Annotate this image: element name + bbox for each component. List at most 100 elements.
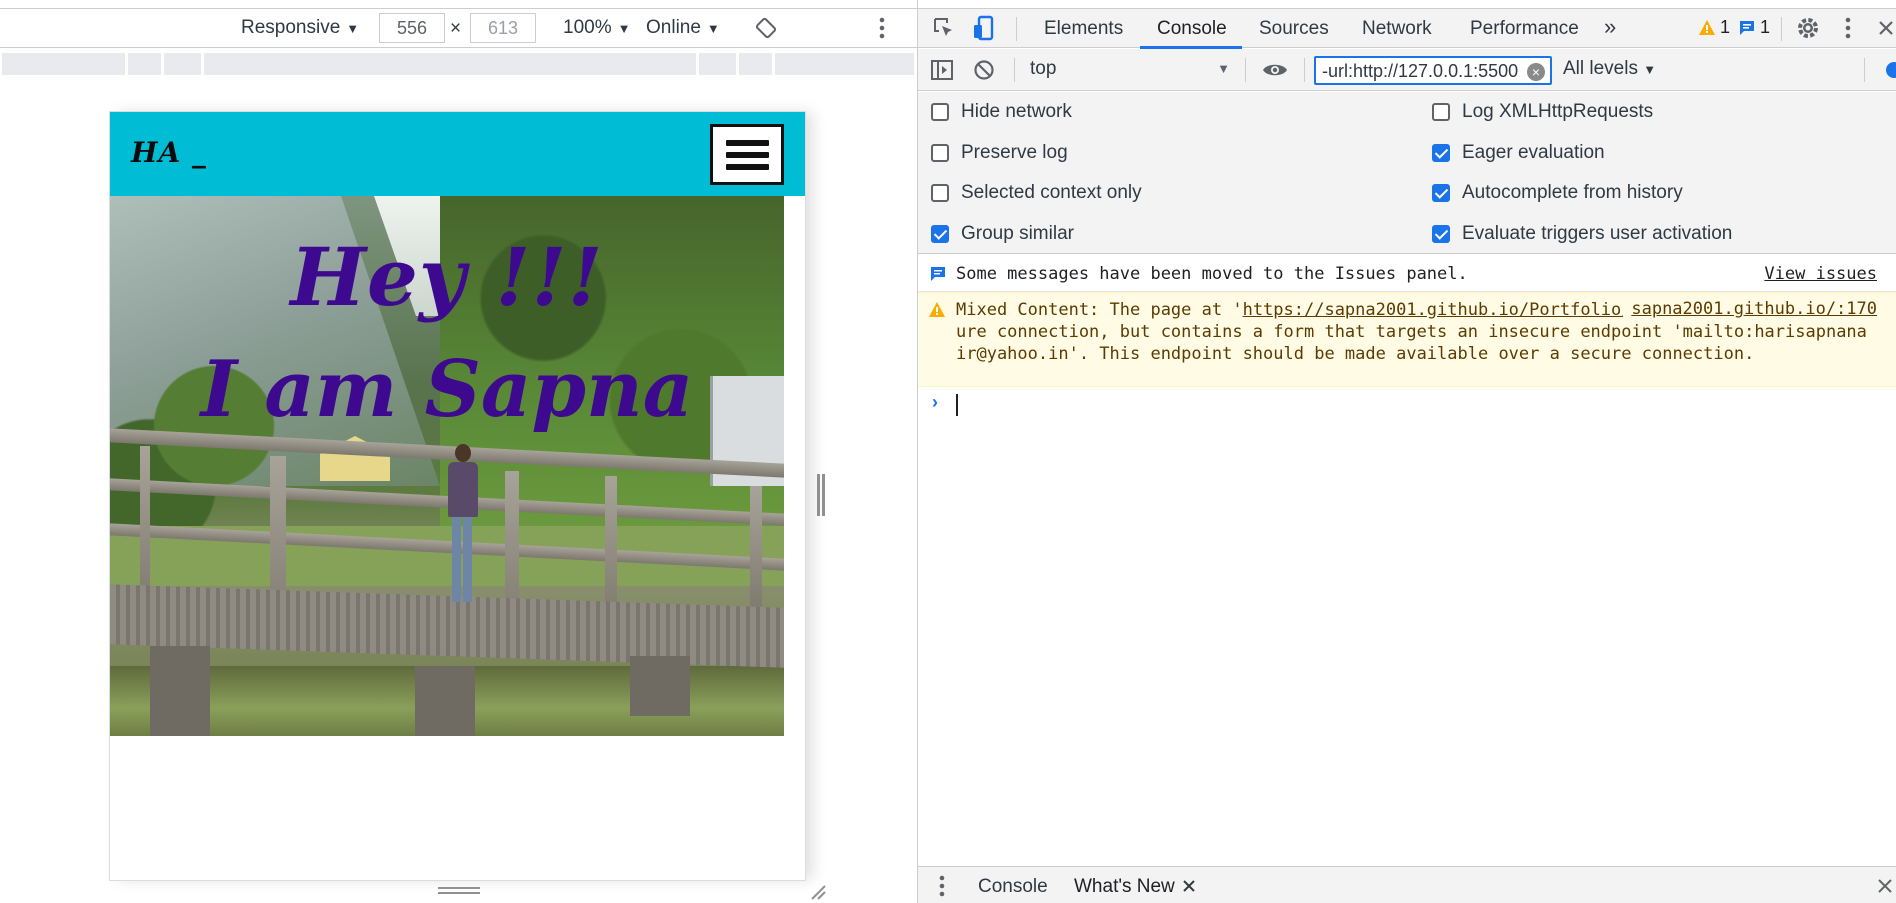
viewport-width-resize-handle[interactable] [816, 474, 826, 516]
message-icon [931, 267, 945, 281]
console-settings-icon[interactable] [1884, 59, 1896, 81]
warning-source-link[interactable]: sapna2001.github.io/:170 [1623, 299, 1877, 319]
checkbox-group-similar[interactable] [931, 225, 949, 243]
option-label: Preserve log [961, 142, 1068, 163]
viewport-height-resize-handle[interactable] [438, 886, 480, 896]
close-devtools-icon[interactable] [1876, 18, 1896, 38]
warning-icon [929, 302, 945, 317]
tab-network[interactable]: Network [1362, 18, 1432, 40]
devtools-menu-icon[interactable] [1844, 16, 1852, 40]
issue-count: 1 [1760, 17, 1771, 37]
view-issues-link[interactable]: View issues [1764, 264, 1877, 284]
context-selector[interactable]: top ▼ [1030, 58, 1230, 82]
person-figure [447, 444, 478, 614]
drawer-tab-whats-new[interactable]: What's New [1074, 876, 1175, 898]
option-label: Autocomplete from history [1462, 182, 1683, 203]
device-label: Responsive [241, 17, 341, 38]
devtools-tabbar: Elements Console Sources Network Perform… [918, 8, 1896, 49]
console-warning-message: Mixed Content: The page at 'https://sapn… [918, 292, 1896, 387]
inspect-element-icon[interactable] [932, 16, 956, 40]
close-drawer-icon[interactable] [1876, 877, 1894, 895]
issues-counter[interactable]: 1 1 [1698, 17, 1770, 38]
checkbox-log-xmlhttprequests[interactable] [1432, 103, 1450, 121]
tab-console[interactable]: Console [1157, 18, 1227, 40]
console-message-issues: Some messages have been moved to the Iss… [918, 255, 1896, 292]
checkbox-selected-context-only[interactable] [931, 184, 949, 202]
hamburger-menu-icon[interactable] [710, 124, 784, 185]
dropdown-caret-icon: ▼ [617, 20, 631, 36]
more-tabs-icon[interactable]: » [1604, 14, 1616, 40]
option-label: Hide network [961, 101, 1072, 122]
option-label: Eager evaluation [1462, 142, 1605, 163]
devtools-panel: Elements Console Sources Network Perform… [917, 0, 1896, 903]
throttle-label: Online [646, 17, 701, 38]
option-label: Selected context only [961, 182, 1142, 203]
drawer-menu-icon[interactable] [938, 874, 946, 898]
device-toolbar: Responsive ▼ 556 × 613 100% ▼ Online ▼ [0, 8, 917, 48]
viewport-corner-resize-icon[interactable] [810, 884, 826, 900]
drawer-tabbar: Console What's New [918, 866, 1896, 903]
drawer-tab-console[interactable]: Console [978, 876, 1048, 898]
checkbox-autocomplete-from-history[interactable] [1432, 184, 1450, 202]
warning-icon [1699, 20, 1715, 35]
option-label: Log XMLHttpRequests [1462, 101, 1654, 122]
tab-sources[interactable]: Sources [1259, 18, 1329, 40]
zoom-select[interactable]: 100% ▼ [563, 17, 630, 39]
clear-filter-icon[interactable]: × [1527, 63, 1545, 81]
dropdown-caret-icon: ▼ [1643, 62, 1657, 77]
throttle-select[interactable]: Online ▼ [646, 17, 720, 39]
hero-greeting: Hey !!! [290, 230, 604, 324]
dropdown-caret-icon: ▼ [706, 20, 720, 36]
dropdown-caret-icon: ▼ [346, 20, 360, 36]
checkbox-hide-network[interactable] [931, 103, 949, 121]
console-prompt-icon: › [932, 392, 938, 412]
option-hide-network[interactable]: Hide network [931, 101, 1072, 123]
console-input-cursor[interactable] [956, 394, 958, 416]
checkbox-eager-evaluation[interactable] [1432, 144, 1450, 162]
width-input[interactable]: 556 [379, 13, 445, 43]
context-label: top [1030, 58, 1057, 79]
console-toolbar: top ▼ -url:http://127.0.0.1:5500 × All l… [918, 49, 1896, 91]
option-group-similar[interactable]: Group similar [931, 223, 1074, 245]
console-filter-input[interactable]: -url:http://127.0.0.1:5500 × [1314, 56, 1552, 85]
option-label: Group similar [961, 223, 1074, 244]
close-tab-icon[interactable] [1182, 879, 1196, 893]
settings-gear-icon[interactable] [1796, 16, 1820, 40]
hero-photo: Hey !!! I am Sapna [110, 196, 784, 736]
issues-message-text: Some messages have been moved to the Iss… [956, 264, 1468, 284]
emulated-viewport: HA _ Hey !!! I am Sapna [110, 112, 805, 880]
option-evaluate-triggers-user-activation[interactable]: Evaluate triggers user activation [1432, 223, 1732, 245]
site-navbar: HA _ [110, 112, 805, 196]
device-emulation-pane: Responsive ▼ 556 × 613 100% ▼ Online ▼ H… [0, 0, 917, 903]
times-sign: × [450, 18, 462, 39]
warning-page-link[interactable]: https://sapna2001.github.io/Portfolio/ [1243, 300, 1632, 320]
checkbox-evaluate-triggers-user-activation[interactable] [1432, 225, 1450, 243]
warning-prefix: Mixed Content: The page at ' [956, 300, 1243, 320]
option-eager-evaluation[interactable]: Eager evaluation [1432, 142, 1605, 164]
more-options-icon[interactable] [878, 16, 886, 40]
hero-name: I am Sapna [200, 344, 694, 435]
option-autocomplete-from-history[interactable]: Autocomplete from history [1432, 182, 1683, 204]
height-input[interactable]: 613 [470, 13, 536, 43]
live-expression-eye-icon[interactable] [1262, 60, 1288, 80]
zoom-label: 100% [563, 17, 612, 38]
media-query-ruler[interactable] [2, 53, 914, 75]
filter-value: -url:http://127.0.0.1:5500 [1322, 61, 1519, 81]
tab-elements[interactable]: Elements [1044, 18, 1123, 40]
checkbox-preserve-log[interactable] [931, 144, 949, 162]
tab-performance[interactable]: Performance [1470, 18, 1579, 40]
sidebar-toggle-icon[interactable] [930, 59, 954, 81]
clear-console-icon[interactable] [973, 59, 995, 81]
option-selected-context-only[interactable]: Selected context only [931, 182, 1142, 204]
option-preserve-log[interactable]: Preserve log [931, 142, 1068, 164]
log-levels-select[interactable]: All levels ▼ [1563, 58, 1656, 80]
console-settings-pane: Hide network Preserve log Selected conte… [918, 92, 1896, 254]
site-logo[interactable]: HA _ [131, 136, 207, 169]
device-select[interactable]: Responsive ▼ [241, 17, 359, 39]
option-log-xmlhttprequests[interactable]: Log XMLHttpRequests [1432, 101, 1653, 123]
device-toggle-icon[interactable] [972, 15, 996, 41]
message-icon [1740, 21, 1755, 35]
levels-label: All levels [1563, 58, 1638, 79]
option-label: Evaluate triggers user activation [1462, 223, 1733, 244]
rotate-icon[interactable] [755, 17, 777, 39]
